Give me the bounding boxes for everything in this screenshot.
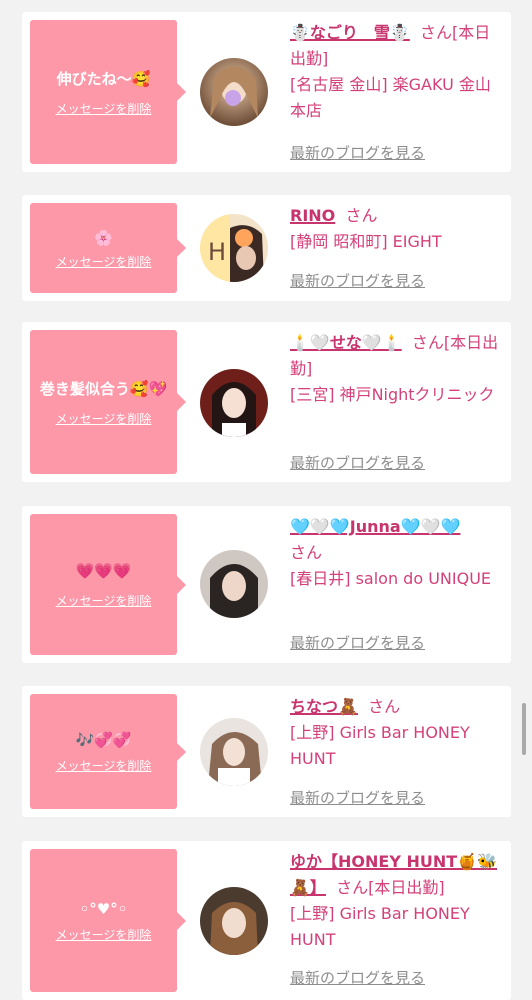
message-card: 💗💗💗 メッセージを削除 🩵🤍🩵Junna🩵🤍🩵 さん [春日井] salon … [22, 506, 511, 663]
delete-message-link[interactable]: メッセージを削除 [56, 757, 152, 774]
message-bubble: 💗💗💗 メッセージを削除 [30, 514, 177, 655]
shop-location: [上野] Girls Bar HONEY HUNT [290, 723, 470, 768]
latest-blog-link[interactable]: 最新のブログを見る [290, 142, 425, 163]
message-text: 巻き髪似合う🥰💖 [39, 379, 168, 398]
shop-location: [名古屋 金山] 楽GAKU 金山本店 [290, 75, 491, 120]
message-text: 🌸 [94, 228, 113, 247]
profile-name-link[interactable]: ちなつ🧸 [290, 697, 358, 716]
delete-message-link[interactable]: メッセージを削除 [56, 926, 152, 943]
delete-message-link[interactable]: メッセージを削除 [56, 592, 152, 609]
avatar[interactable] [200, 58, 268, 126]
delete-message-link[interactable]: メッセージを削除 [56, 410, 152, 427]
message-card: 🌸 メッセージを削除 H RINO さん [静岡 昭和町] EIGHT 最新のブ… [22, 195, 511, 301]
profile-info: ゆか【HONEY HUNT🍯🐝🧸】 さん[本日出勤] [上野] Girls Ba… [290, 849, 502, 953]
latest-blog-link[interactable]: 最新のブログを見る [290, 967, 425, 988]
honorific: さん [345, 206, 378, 225]
message-card: 伸びたね〜🥰 メッセージを削除 ☃️なごり 雪☃️ さん[本日出勤] [名古屋 … [22, 12, 511, 172]
profile-name-link[interactable]: RINO [290, 206, 335, 225]
profile-name-link[interactable]: 🕯️🤍せな🤍🕯️ [290, 333, 402, 352]
honorific: さん[本日出勤] [336, 878, 445, 897]
avatar[interactable] [200, 887, 268, 955]
latest-blog-link[interactable]: 最新のブログを見る [290, 787, 425, 808]
shop-location: [静岡 昭和町] EIGHT [290, 232, 442, 251]
message-card: ◦°♥°◦ メッセージを削除 ゆか【HONEY HUNT🍯🐝🧸】 さん[本日出勤… [22, 841, 511, 1000]
avatar[interactable]: H [200, 214, 268, 282]
message-text: ◦°♥°◦ [79, 900, 128, 918]
delete-message-link[interactable]: メッセージを削除 [56, 253, 152, 270]
svg-text:H: H [208, 238, 226, 266]
message-card: 巻き髪似合う🥰💖 メッセージを削除 🕯️🤍せな🤍🕯️ さん[本日出勤] [三宮]… [22, 322, 511, 482]
avatar[interactable] [200, 369, 268, 437]
latest-blog-link[interactable]: 最新のブログを見る [290, 632, 425, 653]
message-card: 🎶💞💞 メッセージを削除 ちなつ🧸 さん [上野] Girls Bar HONE… [22, 686, 511, 817]
honorific: さん [368, 697, 401, 716]
shop-location: [上野] Girls Bar HONEY HUNT [290, 904, 470, 949]
delete-message-link[interactable]: メッセージを削除 [56, 100, 152, 117]
avatar[interactable] [200, 718, 268, 786]
honorific: さん [290, 543, 323, 562]
message-bubble: 🌸 メッセージを削除 [30, 203, 177, 293]
profile-info: 🕯️🤍せな🤍🕯️ さん[本日出勤] [三宮] 神戸Nightクリニック [290, 330, 502, 408]
message-text: 🎶💞💞 [75, 731, 132, 749]
latest-blog-link[interactable]: 最新のブログを見る [290, 270, 425, 291]
profile-info: RINO さん [静岡 昭和町] EIGHT [290, 203, 502, 255]
profile-name-link[interactable]: ☃️なごり 雪☃️ [290, 23, 410, 42]
message-bubble: 巻き髪似合う🥰💖 メッセージを削除 [30, 330, 177, 474]
avatar[interactable] [200, 550, 268, 618]
profile-info: ちなつ🧸 さん [上野] Girls Bar HONEY HUNT [290, 694, 502, 772]
message-text: 💗💗💗 [75, 562, 132, 580]
shop-location: [春日井] salon do UNIQUE [290, 569, 492, 588]
scrollbar-thumb[interactable] [522, 703, 526, 755]
message-bubble: 伸びたね〜🥰 メッセージを削除 [30, 20, 177, 164]
message-text: 伸びたね〜🥰 [56, 69, 151, 88]
profile-info: ☃️なごり 雪☃️ さん[本日出勤] [名古屋 金山] 楽GAKU 金山本店 [290, 20, 502, 124]
shop-location: [三宮] 神戸Nightクリニック [290, 385, 495, 404]
message-bubble: ◦°♥°◦ メッセージを削除 [30, 849, 177, 992]
profile-name-link[interactable]: 🩵🤍🩵Junna🩵🤍🩵 [290, 517, 460, 536]
message-bubble: 🎶💞💞 メッセージを削除 [30, 694, 177, 809]
profile-info: 🩵🤍🩵Junna🩵🤍🩵 さん [春日井] salon do UNIQUE [290, 514, 502, 592]
latest-blog-link[interactable]: 最新のブログを見る [290, 452, 425, 473]
